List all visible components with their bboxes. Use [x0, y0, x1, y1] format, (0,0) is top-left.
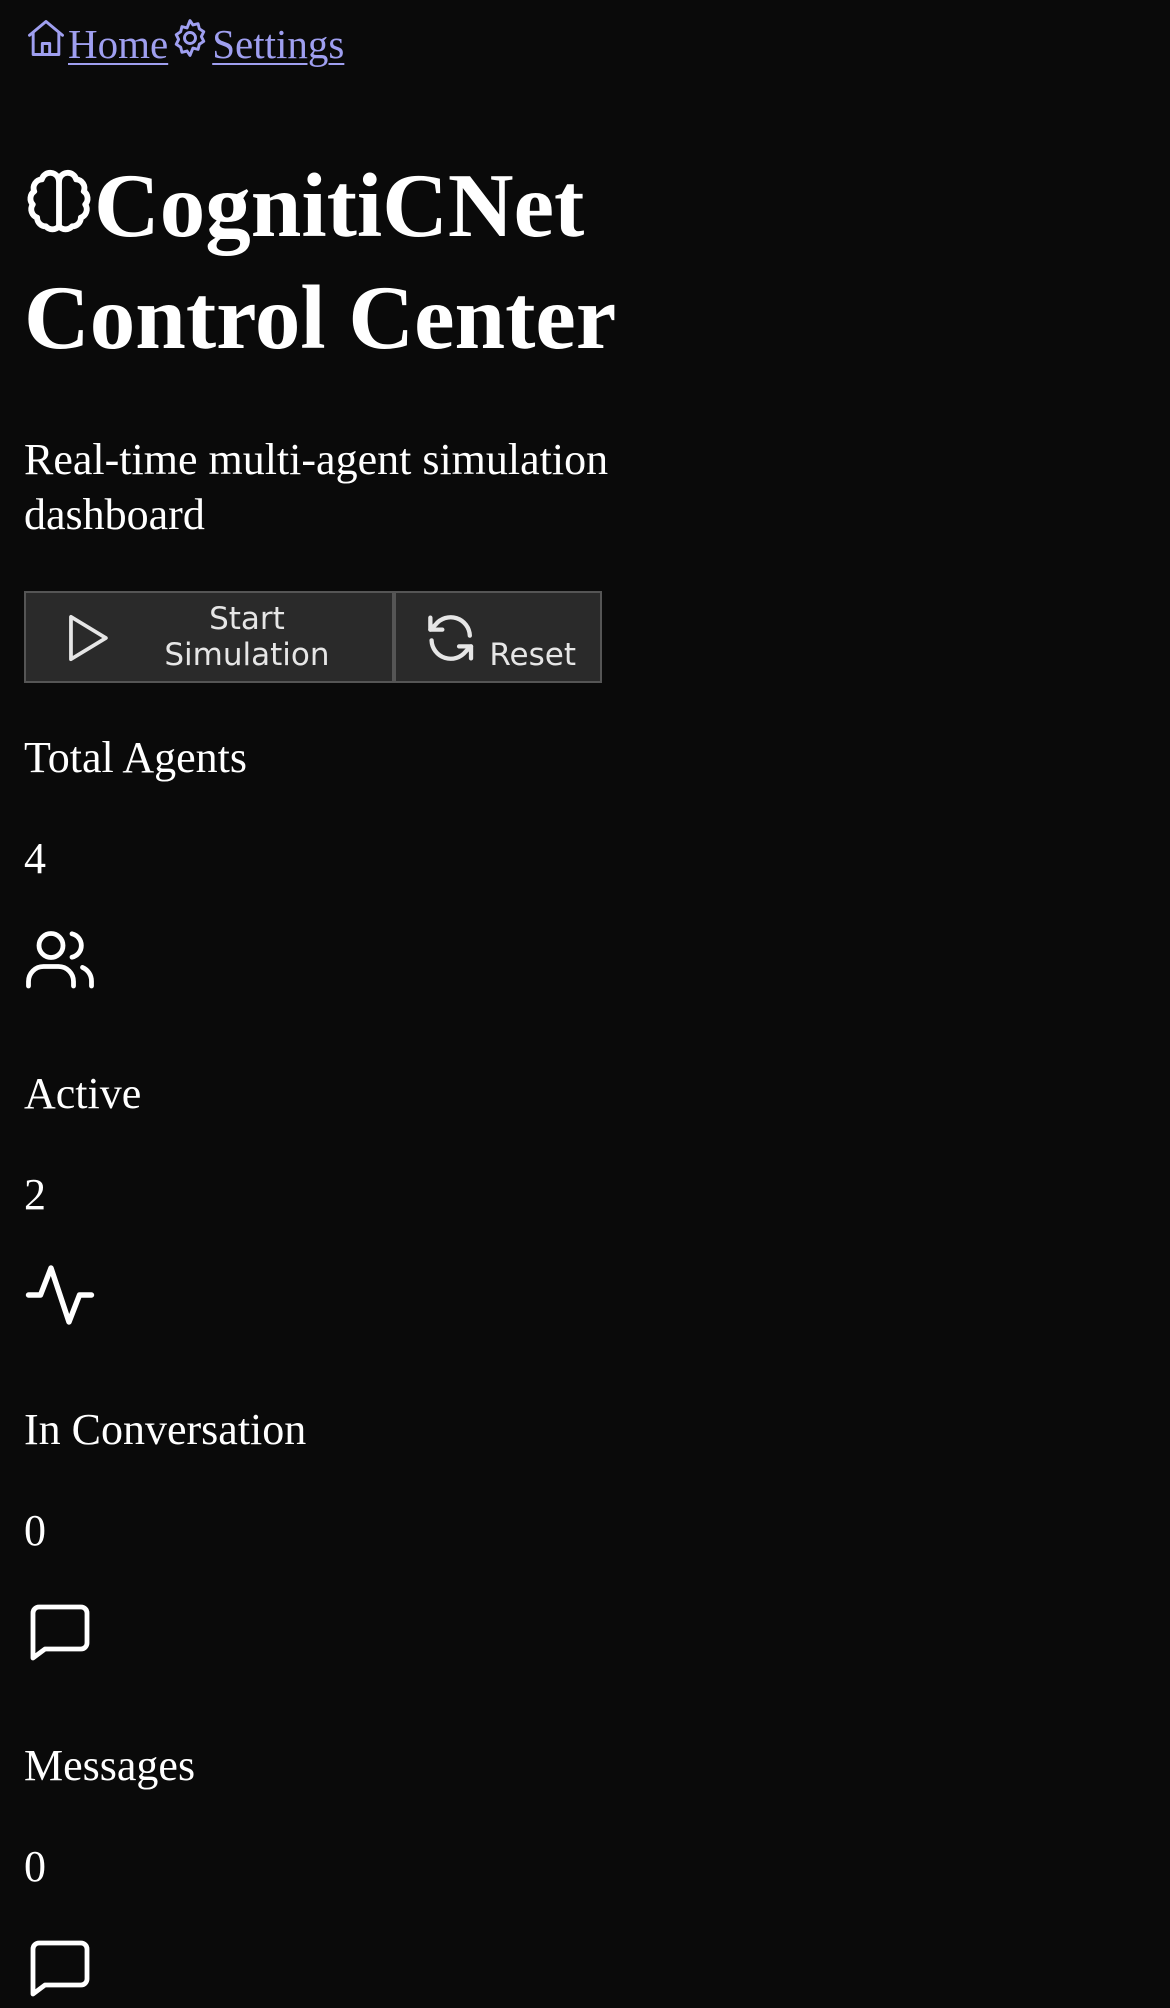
top-nav: Home Settings — [24, 19, 345, 67]
stat-label: In Conversation — [24, 1405, 307, 1454]
stat-card-active: Active 2 — [24, 1069, 724, 1325]
activity-icon — [24, 1259, 96, 1331]
stat-value: 0 — [24, 1506, 46, 1555]
stat-card-total-agents: Total Agents 4 — [24, 733, 724, 989]
reset-button[interactable]: Reset — [394, 591, 602, 683]
page-subtitle: Real-time multi-agent simulation dashboa… — [24, 435, 609, 539]
stat-value: 4 — [24, 834, 46, 883]
stat-label: Total Agents — [24, 733, 248, 782]
title-text-1: CognitiCNet — [94, 155, 585, 256]
page-title: CognitiCNet Control Center — [24, 150, 744, 374]
nav-settings-label: Settings — [212, 21, 345, 67]
stat-label: Messages — [24, 1741, 196, 1790]
action-bar: Start Simulation Reset — [24, 591, 602, 683]
play-icon — [69, 614, 108, 662]
stat-value: 2 — [24, 1170, 46, 1219]
start-simulation-button[interactable]: Start Simulation — [24, 591, 394, 683]
stat-label: Active — [24, 1069, 142, 1118]
message-square-icon — [24, 1931, 96, 2003]
nav-home-label: Home — [68, 21, 169, 67]
gear-icon — [174, 19, 206, 57]
stat-value: 0 — [24, 1842, 46, 1891]
title-line-1: CognitiCNet — [24, 150, 744, 262]
brain-icon — [27, 169, 91, 233]
stat-card-in-conversation: In Conversation 0 — [24, 1405, 724, 1661]
stat-card-messages: Messages 0 — [24, 1741, 724, 1997]
refresh-icon — [428, 615, 474, 661]
reset-label: Reset — [489, 637, 576, 673]
home-icon — [28, 20, 64, 56]
message-square-icon — [24, 1595, 96, 1667]
nav-link-home[interactable]: Home — [24, 20, 169, 67]
users-icon — [24, 923, 96, 995]
start-simulation-label: Start Simulation — [164, 601, 330, 673]
title-line-2: Control Center — [24, 267, 617, 368]
nav-link-settings[interactable]: Settings — [168, 19, 345, 67]
